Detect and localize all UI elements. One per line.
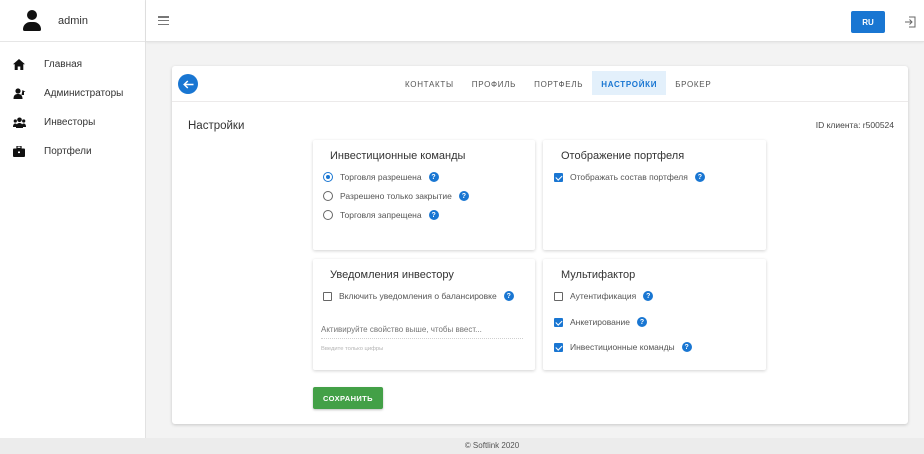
- help-icon[interactable]: ?: [637, 317, 648, 327]
- back-button[interactable]: [178, 74, 198, 94]
- tab-portfolio[interactable]: ПОРТФЕЛЬ: [525, 71, 592, 95]
- option-label: Аутентификация: [570, 291, 637, 301]
- input-hint: Введите только цифры: [321, 346, 384, 352]
- sidebar-item-admins[interactable]: Администраторы: [0, 79, 145, 108]
- checkbox-show-portfolio[interactable]: Отображать состав портфеля ?: [554, 170, 705, 184]
- checkbox-investment-commands[interactable]: Инвестиционные команды ?: [554, 340, 692, 354]
- panel-title: Мультифактор: [561, 269, 636, 281]
- checkbox[interactable]: [554, 291, 563, 301]
- username: admin: [58, 14, 88, 27]
- footer: © Softlink 2020: [0, 438, 924, 454]
- multifactor-panel: Мультифактор Аутентификация ? Анкетирова…: [543, 259, 766, 370]
- tab-broker[interactable]: БРОКЕР: [666, 71, 720, 95]
- checkbox[interactable]: [554, 172, 563, 182]
- checkbox[interactable]: [554, 342, 563, 352]
- checkbox-questionnaire[interactable]: Анкетирование ?: [554, 315, 648, 329]
- checkbox-balance-notifications[interactable]: Включить уведомления о балансировке ?: [323, 289, 514, 303]
- sidebar-item-investors[interactable]: Инвесторы: [0, 108, 145, 137]
- user-block[interactable]: admin: [0, 0, 145, 42]
- investor-notifications-panel: Уведомления инвестору Включить уведомлен…: [313, 259, 535, 370]
- radio-trading-forbidden[interactable]: Торговля запрещена ?: [323, 208, 439, 222]
- sidebar-item-label: Портфели: [44, 146, 92, 157]
- admins-icon: [12, 87, 26, 101]
- portfolio-display-panel: Отображение портфеля Отображать состав п…: [543, 140, 766, 250]
- save-button[interactable]: СОХРАНИТЬ: [313, 387, 383, 409]
- sidebar-item-label: Инвесторы: [44, 117, 96, 128]
- sidebar-item-home[interactable]: Главная: [0, 50, 145, 79]
- topbar: RU: [146, 0, 924, 42]
- option-label: Включить уведомления о балансировке: [339, 291, 497, 301]
- notification-threshold-input[interactable]: [321, 325, 523, 339]
- option-label: Разрешено только закрытие: [340, 191, 452, 201]
- settings-card: КОНТАКТЫ ПРОФИЛЬ ПОРТФЕЛЬ НАСТРОЙКИ БРОК…: [172, 66, 908, 424]
- menu-icon[interactable]: [158, 16, 169, 26]
- tabs-bar: КОНТАКТЫ ПРОФИЛЬ ПОРТФЕЛЬ НАСТРОЙКИ БРОК…: [172, 66, 908, 102]
- tab-profile[interactable]: ПРОФИЛЬ: [463, 71, 525, 95]
- help-icon[interactable]: ?: [694, 172, 705, 182]
- panel-title: Инвестиционные команды: [330, 150, 466, 162]
- sidebar-item-label: Администраторы: [44, 88, 124, 99]
- panel-title: Уведомления инвестору: [330, 269, 454, 281]
- logout-icon[interactable]: [904, 15, 916, 28]
- option-label: Торговля запрещена: [340, 210, 422, 220]
- radio-close-only[interactable]: Разрешено только закрытие ?: [323, 189, 469, 203]
- help-icon[interactable]: ?: [428, 210, 439, 220]
- tab-contacts[interactable]: КОНТАКТЫ: [396, 71, 463, 95]
- option-label: Отображать состав портфеля: [570, 172, 688, 182]
- sidebar: admin Главная Администраторы Инвесторы П…: [0, 0, 146, 438]
- arrow-left-icon: [182, 79, 193, 89]
- panel-title: Отображение портфеля: [561, 150, 685, 162]
- help-icon[interactable]: ?: [503, 291, 514, 301]
- investors-icon: [12, 116, 26, 130]
- tabs: КОНТАКТЫ ПРОФИЛЬ ПОРТФЕЛЬ НАСТРОЙКИ БРОК…: [396, 71, 720, 95]
- option-label: Инвестиционные команды: [570, 342, 675, 352]
- sidebar-item-portfolios[interactable]: Портфели: [0, 137, 145, 166]
- user-avatar-icon: [22, 9, 42, 32]
- investment-commands-panel: Инвестиционные команды Торговля разрешен…: [313, 140, 535, 250]
- radio-trading-allowed[interactable]: Торговля разрешена ?: [323, 170, 439, 184]
- radio-button[interactable]: [323, 191, 333, 201]
- help-icon[interactable]: ?: [428, 172, 439, 182]
- option-label: Торговля разрешена: [340, 172, 422, 182]
- help-icon[interactable]: ?: [681, 342, 692, 352]
- client-id: ID клиента: r500524: [815, 120, 894, 130]
- radio-button[interactable]: [323, 210, 333, 220]
- language-button[interactable]: RU: [851, 11, 885, 33]
- sidebar-nav: Главная Администраторы Инвесторы Портфел…: [0, 42, 145, 166]
- checkbox-authentication[interactable]: Аутентификация ?: [554, 289, 654, 303]
- checkbox[interactable]: [323, 291, 332, 301]
- option-label: Анкетирование: [570, 317, 631, 327]
- checkbox[interactable]: [554, 317, 563, 327]
- home-icon: [12, 58, 26, 72]
- radio-button[interactable]: [323, 172, 333, 182]
- help-icon[interactable]: ?: [458, 191, 469, 201]
- briefcase-icon: [12, 145, 26, 159]
- help-icon[interactable]: ?: [643, 291, 654, 301]
- page-title: Настройки: [188, 120, 245, 132]
- sidebar-item-label: Главная: [44, 59, 83, 70]
- tab-settings[interactable]: НАСТРОЙКИ: [592, 71, 667, 95]
